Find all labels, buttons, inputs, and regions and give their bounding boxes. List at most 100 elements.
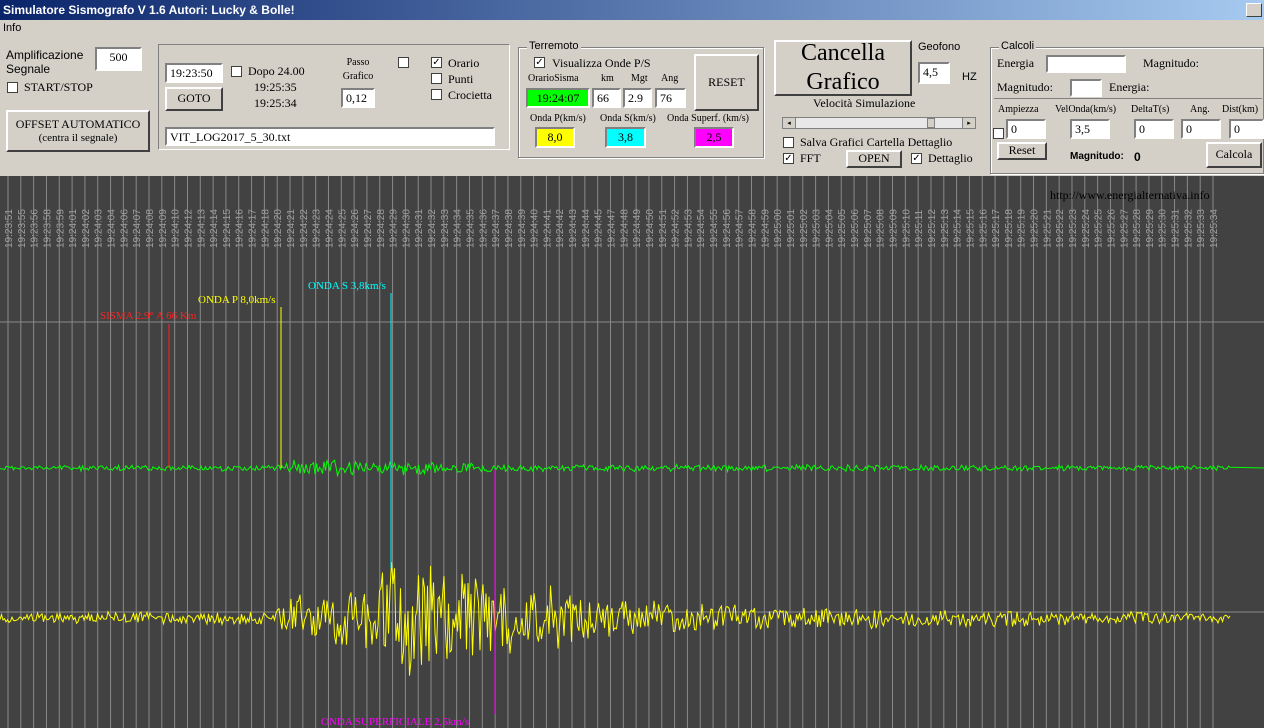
visualizza-label: Visualizza Onde P/S (552, 56, 651, 70)
plot-background (0, 176, 1264, 728)
menu-info[interactable]: Info (3, 22, 21, 34)
deltat-input[interactable]: 0 (1134, 119, 1174, 139)
time-b-label: 19:25:34 (254, 96, 297, 110)
velocita-slider[interactable]: ◂ ▸ (782, 117, 976, 129)
passo-input[interactable]: 0,12 (341, 88, 375, 108)
slider-right-icon[interactable]: ▸ (962, 118, 975, 128)
time-tick-label: 19:25:25 (1094, 209, 1105, 248)
time-tick-label: 19:25:20 (1030, 209, 1041, 248)
time-tick-label: 19:24:33 (440, 209, 451, 248)
ang-field[interactable]: 76 (655, 88, 686, 108)
time-tick-label: 19:25:04 (824, 209, 835, 248)
geofono-input[interactable]: 4,5 (918, 62, 950, 84)
time-tick-label: 19:24:58 (748, 209, 759, 248)
calcola-button[interactable]: Calcola (1206, 142, 1262, 168)
time-tick-label: 19:24:56 (722, 209, 733, 248)
terremoto-reset-button[interactable]: RESET (694, 54, 759, 111)
orario-label: Orario (448, 56, 480, 70)
open-button[interactable]: OPEN (846, 150, 902, 168)
ang-input[interactable]: 0 (1181, 119, 1221, 139)
time-tick-label: 19:24:47 (607, 209, 618, 248)
website-label: http://www.energialternativa.info (1050, 188, 1210, 202)
time-tick-label: 19:25:27 (1119, 209, 1130, 248)
time-tick-label: 19:24:50 (645, 209, 656, 248)
ampiezza-header: Ampiezza (998, 104, 1039, 115)
deltat-header: DeltaT(s) (1131, 104, 1170, 115)
calcoli-reset-button[interactable]: Reset (997, 142, 1047, 160)
dettaglio-label: Dettaglio (928, 151, 973, 165)
energia2-label: Energia: (1109, 80, 1150, 94)
time-tick-label: 19:25:05 (837, 209, 848, 248)
file-name-input[interactable]: VIT_LOG2017_5_30.txt (165, 127, 495, 146)
cancella-grafico-button[interactable]: Cancella Grafico (774, 40, 912, 96)
time-tick-label: 19:24:44 (581, 209, 592, 248)
dettaglio-checkbox[interactable]: ✓ (911, 153, 922, 164)
geofono-label: Geofono (918, 41, 961, 53)
time-tick-label: 19:24:28 (376, 209, 387, 248)
header-ang: Ang (661, 73, 679, 84)
amplification-input[interactable]: 500 (95, 47, 142, 71)
onda-p-field[interactable]: 8,0 (535, 127, 575, 148)
time-tick-label: 19:24:34 (453, 209, 464, 248)
offset-automatico-button[interactable]: OFFSET AUTOMATICO (centra il segnale) (6, 110, 150, 152)
time-tick-label: 19:24:12 (183, 209, 194, 248)
time-tick-label: 19:24:18 (260, 209, 271, 248)
terremoto-title: Terremoto (527, 40, 581, 52)
time-tick-label: 19:24:41 (542, 209, 553, 248)
time-tick-label: 19:24:38 (504, 209, 515, 248)
time-tick-label: 19:25:02 (799, 209, 810, 248)
close-icon[interactable] (1246, 3, 1262, 17)
time-tick-label: 19:24:55 (709, 209, 720, 248)
time-tick-label: 19:24:37 (491, 209, 502, 248)
goto-button[interactable]: GOTO (165, 87, 223, 111)
onda-s-header: Onda S(km/s) (600, 113, 656, 124)
passo-checkbox[interactable] (398, 57, 409, 68)
slider-thumb[interactable] (927, 118, 935, 128)
onda-p-marker-label: ONDA P 8,0km/s (198, 294, 276, 306)
offset-line1: OFFSET AUTOMATICO (15, 116, 141, 131)
time-tick-label: 19:24:16 (235, 209, 246, 248)
visualizza-checkbox[interactable]: ✓ (534, 57, 545, 68)
time-tick-label: 19:23:58 (42, 209, 53, 248)
header-mgt: Mgt (631, 73, 648, 84)
passo-label: Passo Grafico (342, 57, 374, 82)
header-orario: OrarioSisma (528, 73, 579, 84)
crocietta-checkbox[interactable] (431, 89, 442, 100)
dopo-checkbox[interactable] (231, 66, 242, 77)
time-tick-label: 19:23:56 (30, 209, 41, 248)
mgt-field[interactable]: 2.9 (623, 88, 652, 108)
punti-label: Punti (448, 72, 474, 86)
onda-sup-field[interactable]: 2,5 (694, 127, 734, 148)
orario-sisma-field[interactable]: 19:24:07 (526, 88, 590, 108)
time-tick-label: 19:25:16 (978, 209, 989, 248)
km-field[interactable]: 66 (592, 88, 621, 108)
calcoli-title: Calcoli (999, 40, 1037, 52)
slider-left-icon[interactable]: ◂ (783, 118, 796, 128)
punti-checkbox[interactable] (431, 73, 442, 84)
time-tick-label: 19:24:20 (273, 209, 284, 248)
sisma-marker-label: SISMA 2.9° A 66 Km (100, 310, 197, 322)
ang-header: Ang. (1190, 104, 1210, 115)
salva-checkbox[interactable] (783, 137, 794, 148)
fft-checkbox[interactable]: ✓ (783, 153, 794, 164)
time-tick-label: 19:23:51 (4, 209, 15, 248)
dopo-label: Dopo 24.00 (248, 64, 305, 78)
goto-time-input[interactable]: 19:23:50 (165, 63, 223, 83)
seismograph-plot: 19:23:51 19:23:55 19:23:56 19:23:58 19:23:59… (0, 176, 1264, 728)
time-tick-label: 19:24:27 (363, 209, 374, 248)
time-tick-label: 19:24:17 (248, 209, 259, 248)
onda-p-header: Onda P(km/s) (530, 113, 586, 124)
velonda-input[interactable]: 3,5 (1070, 119, 1110, 139)
time-tick-label: 19:24:06 (119, 209, 130, 248)
onda-s-field[interactable]: 3,8 (605, 127, 646, 148)
energia-input[interactable] (1046, 55, 1126, 73)
time-tick-label: 19:25:22 (1055, 209, 1066, 248)
time-tick-label: 19:25:03 (812, 209, 823, 248)
orario-checkbox[interactable]: ✓ (431, 57, 442, 68)
ampiezza-checkbox[interactable] (993, 128, 1004, 139)
start-stop-checkbox[interactable] (7, 82, 18, 93)
time-tick-label: 19:24:30 (401, 209, 412, 248)
ampiezza-input[interactable]: 0 (1006, 119, 1046, 139)
magnitudo-input[interactable] (1070, 79, 1102, 97)
dist-input[interactable]: 0 (1229, 119, 1264, 139)
